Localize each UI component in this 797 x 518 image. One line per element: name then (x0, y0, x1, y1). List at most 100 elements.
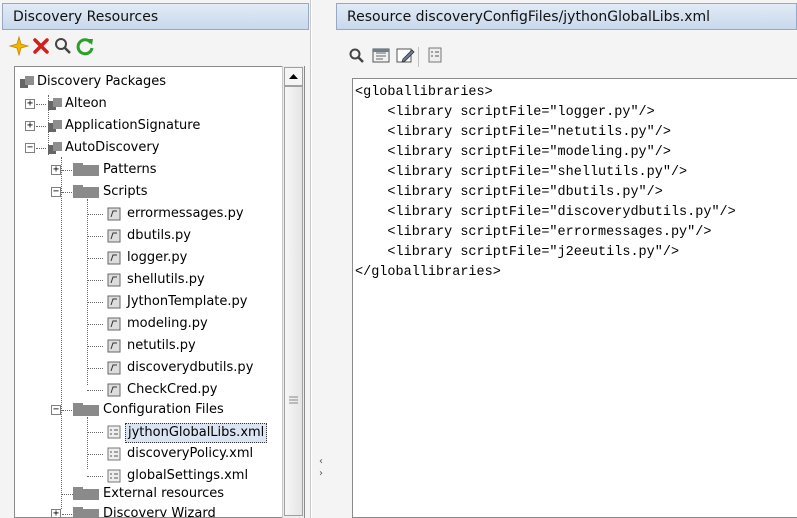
code-line: <library scriptFile="modeling.py"/> (355, 145, 671, 160)
packages-icon (19, 75, 35, 95)
tree-node-alteon[interactable]: + Alteon (25, 95, 285, 113)
tree-scrollbar[interactable] (282, 66, 304, 518)
collapse-toggle[interactable]: − (25, 143, 35, 153)
code-line: <library scriptFile="shellutils.py"/> (355, 165, 688, 180)
left-toolbar (2, 32, 309, 62)
properties-icon[interactable] (424, 44, 446, 66)
tree-label: JythonTemplate.py (127, 294, 248, 309)
refresh-icon[interactable] (74, 35, 96, 57)
edit-icon[interactable] (394, 44, 416, 66)
folder-icon (73, 185, 99, 205)
expand-toggle[interactable]: + (25, 99, 35, 109)
resource-view-pane: Resource discoveryConfigFiles/jythonGlob… (334, 0, 797, 518)
tree-label: netutils.py (127, 338, 196, 353)
package-icon (47, 97, 63, 117)
tree-label: Patterns (103, 162, 157, 177)
discovery-resources-pane: Discovery Resources Discovery Packages +… (0, 0, 311, 518)
scroll-thumb[interactable] (284, 86, 303, 516)
package-icon (47, 141, 63, 161)
tree-node-external-resources[interactable]: External resources (61, 485, 291, 503)
folder-icon (73, 507, 99, 517)
folder-icon (73, 487, 99, 507)
resource-toolbar (346, 44, 786, 74)
code-line: <library scriptFile="netutils.py"/> (355, 125, 671, 140)
expand-toggle[interactable]: + (51, 509, 61, 517)
code-line: <library scriptFile="dbutils.py"/> (355, 185, 663, 200)
xml-content-viewer[interactable]: <globallibraries> <library scriptFile="l… (352, 78, 797, 518)
script-file-icon (107, 251, 121, 271)
tree-node-autodiscovery[interactable]: − AutoDiscovery (25, 139, 285, 157)
folder-icon (73, 163, 99, 183)
code-line: <library scriptFile="logger.py"/> (355, 105, 655, 120)
discovery-resources-title: Discovery Resources (13, 9, 159, 25)
tree-node-script-file[interactable]: CheckCred.py (87, 381, 287, 399)
discovery-resources-header: Discovery Resources (2, 3, 309, 30)
script-file-icon (107, 361, 121, 381)
tree-label-selected: jythonGlobalLibs.xml (125, 423, 268, 443)
search-icon[interactable] (52, 35, 74, 57)
tree-node-config-file[interactable]: jythonGlobalLibs.xml (87, 423, 287, 443)
code-line: <library scriptFile="j2eeutils.py"/> (355, 245, 680, 260)
toolbar-divider (418, 47, 419, 67)
code-line: <globallibraries> (355, 85, 493, 100)
scroll-up-button[interactable] (284, 67, 303, 86)
tree-node-script-file[interactable]: netutils.py (87, 337, 287, 355)
folder-icon (73, 403, 99, 423)
config-file-icon (107, 425, 121, 445)
resource-header: Resource discoveryConfigFiles/jythonGlob… (336, 3, 797, 30)
tree-node-config-file[interactable]: discoveryPolicy.xml (87, 445, 287, 463)
tree-node-configuration-files[interactable]: − Configuration Files (51, 401, 291, 419)
tree-label: errormessages.py (127, 206, 244, 221)
code-line: <library scriptFile="discoverydbutils.py… (355, 205, 736, 220)
script-file-icon (107, 295, 121, 315)
tree-label: External resources (103, 486, 225, 501)
resource-title: Resource discoveryConfigFiles/jythonGlob… (347, 9, 711, 25)
package-icon (47, 119, 63, 139)
tree-node-script-file[interactable]: logger.py (87, 249, 287, 267)
tree-node-scripts[interactable]: − Scripts (51, 183, 291, 201)
tree-label: discoveryPolicy.xml (127, 446, 254, 461)
tree-node-script-file[interactable]: discoverydbutils.py (87, 359, 287, 377)
tree-label: modeling.py (127, 316, 208, 331)
pane-splitter[interactable]: ‹ › (312, 0, 334, 518)
tree-label: Configuration Files (103, 402, 224, 417)
new-star-icon[interactable] (8, 35, 30, 57)
script-file-icon (107, 339, 121, 359)
search-icon[interactable] (346, 44, 368, 66)
tree-node-script-file[interactable]: shellutils.py (87, 271, 287, 289)
tree-node-config-file[interactable]: globalSettings.xml (87, 467, 287, 485)
delete-x-icon[interactable] (30, 35, 52, 57)
tree-node-discovery-packages[interactable]: Discovery Packages (19, 73, 289, 91)
tree-node-script-file[interactable]: JythonTemplate.py (87, 293, 287, 311)
collapse-right-icon[interactable]: › (319, 468, 323, 479)
tree-label: Discovery Wizard (103, 506, 216, 518)
tree-label: CheckCred.py (127, 382, 218, 397)
collapse-toggle[interactable]: − (51, 187, 61, 197)
code-line: <library scriptFile="errormessages.py"/> (355, 225, 712, 240)
expand-toggle[interactable]: + (25, 121, 35, 131)
collapse-left-icon[interactable]: ‹ (319, 456, 323, 467)
tree-label: Discovery Packages (37, 74, 167, 89)
script-file-icon (107, 229, 121, 249)
tree-node-script-file[interactable]: modeling.py (87, 315, 287, 333)
tree-node-script-file[interactable]: dbutils.py (87, 227, 287, 245)
tree-node-applicationsignature[interactable]: + ApplicationSignature (25, 117, 285, 135)
tree-node-discovery-wizard[interactable]: + Discovery Wizard (51, 505, 291, 518)
tree-label: ApplicationSignature (65, 118, 201, 133)
script-file-icon (107, 383, 121, 403)
resource-tree: Discovery Packages + Alteon + Applicatio… (14, 66, 305, 518)
tree-label: logger.py (127, 250, 188, 265)
tree-label: Scripts (103, 184, 148, 199)
script-file-icon (107, 317, 121, 337)
tree-label: dbutils.py (127, 228, 191, 243)
tree-label: discoverydbutils.py (127, 360, 254, 375)
script-file-icon (107, 273, 121, 293)
view-icon[interactable] (370, 44, 392, 66)
tree-label: AutoDiscovery (65, 140, 160, 155)
tree-node-patterns[interactable]: + Patterns (51, 161, 291, 179)
expand-toggle[interactable]: + (51, 165, 61, 175)
tree-node-script-file[interactable]: errormessages.py (87, 205, 287, 223)
config-file-icon (107, 447, 121, 467)
collapse-toggle[interactable]: − (51, 405, 61, 415)
tree-label: shellutils.py (127, 272, 205, 287)
